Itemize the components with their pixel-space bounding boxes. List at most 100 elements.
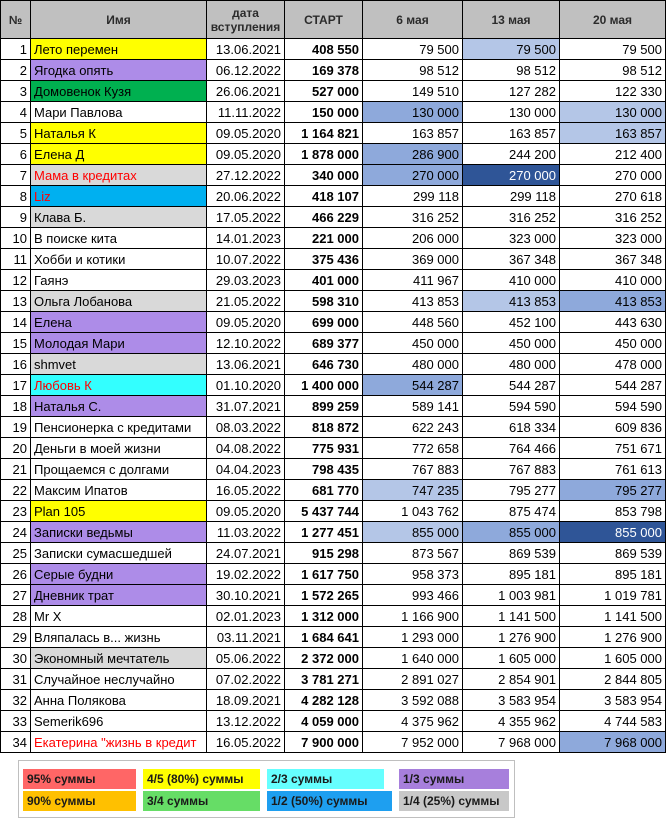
start-amount-cell[interactable]: 798 435 [284,458,363,480]
amount-may13-cell[interactable]: 594 590 [462,395,560,417]
start-amount-cell[interactable]: 418 107 [284,185,363,207]
start-amount-cell[interactable]: 169 378 [284,59,363,81]
amount-may20-cell[interactable]: 1 605 000 [559,647,666,669]
start-amount-cell[interactable]: 646 730 [284,353,363,375]
join-date-cell[interactable]: 16.05.2022 [206,731,285,753]
amount-may20-cell[interactable]: 2 844 805 [559,668,666,690]
join-date-cell[interactable]: 21.05.2022 [206,290,285,312]
amount-may13-cell[interactable]: 764 466 [462,437,560,459]
amount-may13-cell[interactable]: 127 282 [462,80,560,102]
participant-name-cell[interactable]: Наталья С. [30,395,207,417]
participant-name-cell[interactable]: Хобби и котики [30,248,207,270]
amount-may6-cell[interactable]: 855 000 [362,521,463,543]
amount-may13-cell[interactable]: 367 348 [462,248,560,270]
join-date-cell[interactable]: 07.02.2022 [206,668,285,690]
join-date-cell[interactable]: 29.03.2023 [206,269,285,291]
participant-name-cell[interactable]: Домовенок Кузя [30,80,207,102]
join-date-cell[interactable]: 19.02.2022 [206,563,285,585]
amount-may6-cell[interactable]: 369 000 [362,248,463,270]
start-amount-cell[interactable]: 915 298 [284,542,363,564]
amount-may6-cell[interactable]: 79 500 [362,38,463,60]
start-amount-cell[interactable]: 1 312 000 [284,605,363,627]
join-date-cell[interactable]: 27.12.2022 [206,164,285,186]
amount-may20-cell[interactable]: 323 000 [559,227,666,249]
amount-may6-cell[interactable]: 958 373 [362,563,463,585]
join-date-cell[interactable]: 09.05.2020 [206,311,285,333]
start-amount-cell[interactable]: 818 872 [284,416,363,438]
start-amount-cell[interactable]: 598 310 [284,290,363,312]
amount-may20-cell[interactable]: 163 857 [559,122,666,144]
amount-may6-cell[interactable]: 544 287 [362,374,463,396]
amount-may13-cell[interactable]: 795 277 [462,479,560,501]
join-date-cell[interactable]: 18.09.2021 [206,689,285,711]
start-amount-cell[interactable]: 221 000 [284,227,363,249]
amount-may6-cell[interactable]: 480 000 [362,353,463,375]
amount-may20-cell[interactable]: 7 968 000 [559,731,666,753]
participant-name-cell[interactable]: Клава Б. [30,206,207,228]
join-date-cell[interactable]: 11.03.2022 [206,521,285,543]
amount-may13-cell[interactable]: 1 605 000 [462,647,560,669]
participant-name-cell[interactable]: Екатерина "жизнь в кредит [30,731,207,753]
join-date-cell[interactable]: 09.05.2020 [206,143,285,165]
participant-name-cell[interactable]: Записки сумасшедшей [30,542,207,564]
participant-name-cell[interactable]: Мама в кредитах [30,164,207,186]
participant-name-cell[interactable]: Молодая Мари [30,332,207,354]
amount-may20-cell[interactable]: 413 853 [559,290,666,312]
amount-may20-cell[interactable]: 1 019 781 [559,584,666,606]
amount-may13-cell[interactable]: 544 287 [462,374,560,396]
row-number-cell[interactable]: 22 [0,479,31,501]
amount-may13-cell[interactable]: 323 000 [462,227,560,249]
join-date-cell[interactable]: 13.06.2021 [206,353,285,375]
amount-may13-cell[interactable]: 855 000 [462,521,560,543]
participant-name-cell[interactable]: Лето перемен [30,38,207,60]
amount-may20-cell[interactable]: 1 141 500 [559,605,666,627]
row-number-cell[interactable]: 30 [0,647,31,669]
row-number-cell[interactable]: 16 [0,353,31,375]
join-date-cell[interactable]: 08.03.2022 [206,416,285,438]
row-number-cell[interactable]: 28 [0,605,31,627]
header-start[interactable]: СТАРТ [284,0,363,39]
row-number-cell[interactable]: 15 [0,332,31,354]
amount-may6-cell[interactable]: 747 235 [362,479,463,501]
join-date-cell[interactable]: 04.08.2022 [206,437,285,459]
amount-may6-cell[interactable]: 873 567 [362,542,463,564]
amount-may20-cell[interactable]: 79 500 [559,38,666,60]
join-date-cell[interactable]: 03.11.2021 [206,626,285,648]
participant-name-cell[interactable]: В поиске кита [30,227,207,249]
amount-may6-cell[interactable]: 2 891 027 [362,668,463,690]
participant-name-cell[interactable]: Прощаемся с долгами [30,458,207,480]
amount-may20-cell[interactable]: 609 836 [559,416,666,438]
start-amount-cell[interactable]: 1 400 000 [284,374,363,396]
amount-may13-cell[interactable]: 4 355 962 [462,710,560,732]
participant-name-cell[interactable]: Дневник трат [30,584,207,606]
header-may6[interactable]: 6 мая [362,0,463,39]
amount-may20-cell[interactable]: 869 539 [559,542,666,564]
amount-may13-cell[interactable]: 480 000 [462,353,560,375]
amount-may13-cell[interactable]: 410 000 [462,269,560,291]
row-number-cell[interactable]: 13 [0,290,31,312]
participant-name-cell[interactable]: Мари Павлова [30,101,207,123]
row-number-cell[interactable]: 24 [0,521,31,543]
join-date-cell[interactable]: 04.04.2023 [206,458,285,480]
amount-may20-cell[interactable]: 316 252 [559,206,666,228]
row-number-cell[interactable]: 10 [0,227,31,249]
amount-may6-cell[interactable]: 767 883 [362,458,463,480]
amount-may13-cell[interactable]: 1 276 900 [462,626,560,648]
start-amount-cell[interactable]: 1 164 821 [284,122,363,144]
row-number-cell[interactable]: 9 [0,206,31,228]
participant-name-cell[interactable]: Mr X [30,605,207,627]
amount-may13-cell[interactable]: 1 003 981 [462,584,560,606]
amount-may13-cell[interactable]: 1 141 500 [462,605,560,627]
participant-name-cell[interactable]: Любовь К [30,374,207,396]
start-amount-cell[interactable]: 4 282 128 [284,689,363,711]
join-date-cell[interactable]: 05.06.2022 [206,647,285,669]
amount-may13-cell[interactable]: 98 512 [462,59,560,81]
amount-may6-cell[interactable]: 993 466 [362,584,463,606]
amount-may20-cell[interactable]: 795 277 [559,479,666,501]
amount-may6-cell[interactable]: 448 560 [362,311,463,333]
start-amount-cell[interactable]: 3 781 271 [284,668,363,690]
row-number-cell[interactable]: 11 [0,248,31,270]
row-number-cell[interactable]: 34 [0,731,31,753]
start-amount-cell[interactable]: 899 259 [284,395,363,417]
row-number-cell[interactable]: 18 [0,395,31,417]
